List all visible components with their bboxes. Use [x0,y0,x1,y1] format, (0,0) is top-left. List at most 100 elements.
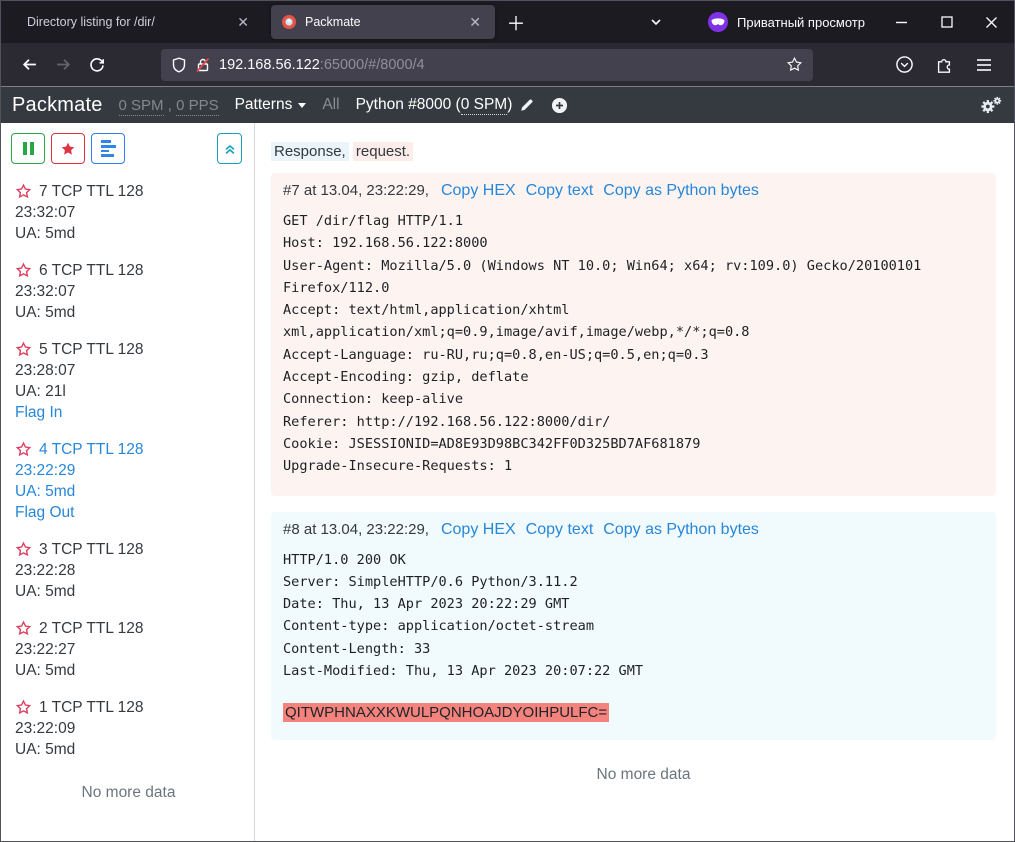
lines-icon [101,140,116,156]
menu-hamburger-icon[interactable] [968,49,1000,81]
flag-match-highlight: QITWPHNAXXKWULPQNHOAJDYOIHPULFC= [283,703,609,722]
maximize-button[interactable] [924,1,969,43]
copy-text-link[interactable]: Copy text [526,182,594,200]
pause-capture-button[interactable] [11,133,45,164]
bookmark-star-icon[interactable] [786,56,803,73]
packet-ua: UA: 5md [15,581,242,602]
chevron-down-icon [298,103,306,108]
pattern-filter-button[interactable] [91,133,125,164]
tab-close-icon[interactable]: ✕ [233,12,253,33]
shield-icon[interactable] [171,57,187,73]
close-window-button[interactable] [969,1,1014,43]
copy-hex-link[interactable]: Copy HEX [441,521,516,539]
legend-request: request. [353,142,413,161]
packet-ua: UA: 21l [15,381,242,402]
favorite-star-icon[interactable] [15,341,32,358]
insecure-lock-icon[interactable] [195,57,211,73]
flag-in-label[interactable]: Flag In [15,402,242,423]
pause-icon [23,142,34,155]
url-path: :65000/#/8000/4 [320,57,425,73]
traffic-stats: 0 SPM , 0 PPS [119,97,219,114]
packet-title: 3 TCP TTL 128 [39,539,144,560]
packet-meta: #7 at 13.04, 23:22:29, [283,182,429,199]
packet-detail-pane: Response, request. #7 at 13.04, 23:22:29… [255,123,1014,841]
url-host: 192.168.56.122 [219,57,320,73]
packet-list-item-2[interactable]: 2 TCP TTL 128 23:22:27 UA: 5md [15,618,242,681]
packet-list-item-4-selected[interactable]: 4 TCP TTL 128 23:22:29 UA: 5md Flag Out [15,439,242,523]
legend: Response, request. [271,143,994,160]
packet-title: 1 TCP TTL 128 [39,697,144,718]
packet-ua: UA: 5md [15,739,242,760]
spm-stat: 0 SPM [119,97,164,116]
packet-list: 7 TCP TTL 128 23:32:07 UA: 5md 6 TCP TTL… [11,181,242,802]
favorite-star-icon[interactable] [15,441,32,458]
packet-time: 23:28:07 [15,360,242,381]
packet-ua: UA: 5md [15,223,242,244]
list-tabs-chevron-icon[interactable] [641,7,671,37]
pps-stat: 0 PPS [176,97,219,116]
favorite-star-icon[interactable] [15,541,32,558]
edit-pencil-icon[interactable] [519,97,535,113]
add-service-icon[interactable] [551,97,568,114]
reload-button[interactable] [81,49,113,81]
packmate-favicon-icon [281,14,297,30]
favorite-star-icon[interactable] [15,183,32,200]
favorite-star-icon[interactable] [15,262,32,279]
packet-list-item-3[interactable]: 3 TCP TTL 128 23:22:28 UA: 5md [15,539,242,602]
favorite-star-icon[interactable] [15,699,32,716]
tab-packmate[interactable]: Packmate ✕ [271,5,495,39]
tab-title: Directory listing for /dir/ [27,15,233,29]
packet-title: 2 TCP TTL 128 [39,618,144,639]
packet-time: 23:32:07 [15,281,242,302]
copy-python-bytes-link[interactable]: Copy as Python bytes [603,521,759,539]
packet-sidebar: 7 TCP TTL 128 23:32:07 UA: 5md 6 TCP TTL… [1,123,255,841]
nav-toolbar: 192.168.56.122:65000/#/8000/4 [1,43,1014,87]
pocket-icon[interactable] [888,49,920,81]
extensions-puzzle-icon[interactable] [928,49,960,81]
sidebar-toolbar [11,133,242,164]
packet-ua: UA: 5md [15,660,242,681]
packet-time: 23:32:07 [15,202,242,223]
packet-time: 23:22:27 [15,639,242,660]
packet-list-item-5[interactable]: 5 TCP TTL 128 23:28:07 UA: 21l Flag In [15,339,242,423]
legend-response: Response, [271,142,349,161]
sidebar-no-more-data: No more data [15,784,242,802]
private-badge-label: Приватный просмотр [737,15,865,30]
packet-title: 7 TCP TTL 128 [39,181,144,202]
url-bar[interactable]: 192.168.56.122:65000/#/8000/4 [161,49,813,81]
tab-close-icon[interactable]: ✕ [465,12,485,33]
favorite-star-icon[interactable] [15,620,32,637]
packet-ua: UA: 5md [15,481,242,502]
packet-ua: UA: 5md [15,302,242,323]
settings-gears-icon[interactable] [979,95,1003,116]
packet-payload: GET /dir/flag HTTP/1.1 Host: 192.168.56.… [283,210,949,478]
brand-title[interactable]: Packmate [12,94,103,117]
packet-time: 23:22:09 [15,718,242,739]
patterns-dropdown[interactable]: Patterns [235,96,307,114]
url-text[interactable]: 192.168.56.122:65000/#/8000/4 [219,57,778,73]
back-button[interactable] [13,49,45,81]
copy-python-bytes-link[interactable]: Copy as Python bytes [603,182,759,200]
packet-time: 23:22:29 [15,460,242,481]
flag-out-label[interactable]: Flag Out [15,502,242,523]
service-tab-python-8000[interactable]: Python #8000 (0 SPM) [356,96,536,114]
packet-title: 4 TCP TTL 128 [39,439,144,460]
packet-list-item-7[interactable]: 7 TCP TTL 128 23:32:07 UA: 5md [15,181,242,244]
scroll-top-button[interactable] [217,133,242,164]
tab-directory-listing[interactable]: Directory listing for /dir/ ✕ [17,5,263,39]
packet-list-item-1[interactable]: 1 TCP TTL 128 23:22:09 UA: 5md [15,697,242,760]
forward-button[interactable] [47,49,79,81]
packet-meta: #8 at 13.04, 23:22:29, [283,521,429,538]
packet-list-item-6[interactable]: 6 TCP TTL 128 23:32:07 UA: 5md [15,260,242,323]
packet-block-7: #7 at 13.04, 23:22:29, Copy HEX Copy tex… [271,173,996,496]
copy-text-link[interactable]: Copy text [526,521,594,539]
filter-all-link[interactable]: All [322,96,339,114]
private-browsing-badge: Приватный просмотр [707,11,865,33]
new-tab-button[interactable]: ＋ [501,7,531,37]
star-icon [60,141,76,157]
copy-hex-link[interactable]: Copy HEX [441,182,516,200]
double-chevron-up-icon [223,142,237,156]
tab-bar: Directory listing for /dir/ ✕ Packmate ✕… [1,1,1014,43]
favorites-filter-button[interactable] [51,133,85,164]
minimize-button[interactable] [879,1,924,43]
